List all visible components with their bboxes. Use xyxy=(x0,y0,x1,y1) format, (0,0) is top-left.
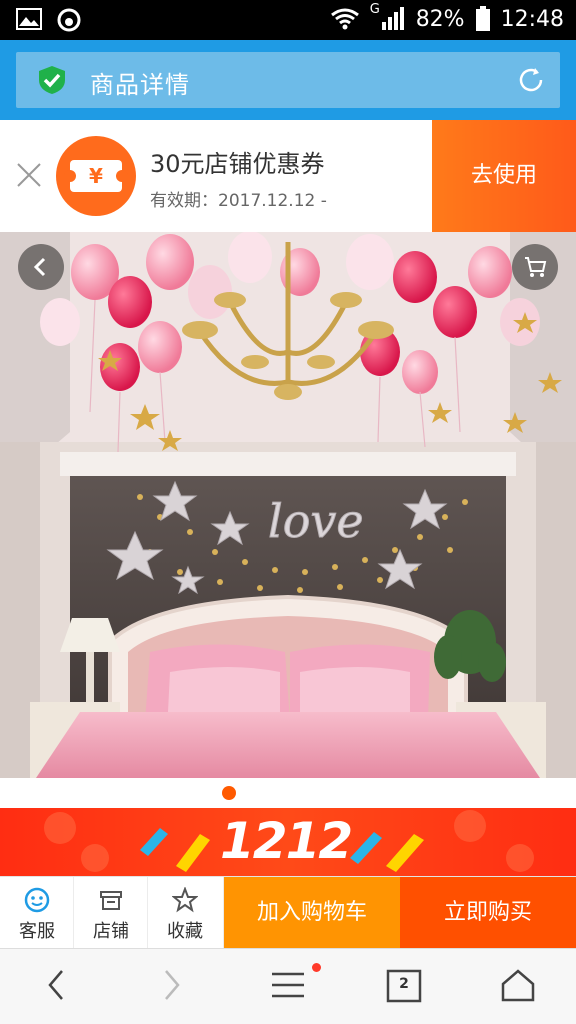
home-icon[interactable] xyxy=(500,967,536,1007)
address-bar[interactable]: 商品详情 xyxy=(16,52,560,108)
buy-now-label: 立即购买 xyxy=(443,900,532,925)
status-bar: G 82% 12:48 xyxy=(0,0,576,40)
cart-button[interactable] xyxy=(512,244,558,290)
action-bar: 客服 店铺 收藏 加入购物车 立即购买 xyxy=(0,876,576,949)
coupon-validity: 有效期：2017.12.12 - xyxy=(150,191,327,211)
add-to-cart-label: 加入购物车 xyxy=(256,900,367,925)
yen-symbol: ¥ xyxy=(89,164,103,188)
shop-icon xyxy=(98,887,124,917)
service-button[interactable]: 客服 xyxy=(0,877,74,949)
wifi-icon xyxy=(330,7,360,31)
gallery-icon xyxy=(16,7,42,33)
promo-banner[interactable]: 1212 xyxy=(0,808,576,876)
clock-time: 12:48 xyxy=(500,6,564,32)
image-pager xyxy=(0,778,576,808)
add-to-cart-button[interactable]: 加入购物车 xyxy=(224,877,400,949)
chat-smile-icon xyxy=(24,887,50,917)
battery-icon xyxy=(475,6,491,32)
favorite-button[interactable]: 收藏 xyxy=(148,877,224,949)
battery-percent: 82% xyxy=(415,6,465,32)
buy-now-button[interactable]: 立即购买 xyxy=(400,877,576,949)
coupon-bar: ¥ 30元店铺优惠券 有效期：2017.12.12 - 去使用 xyxy=(0,120,576,232)
product-image[interactable]: love xyxy=(0,232,576,778)
close-icon[interactable] xyxy=(16,162,42,192)
browser-nav: 2 xyxy=(0,948,576,1024)
coupon-icon: ¥ xyxy=(56,136,136,216)
refresh-icon[interactable] xyxy=(516,65,546,99)
tab-count: 2 xyxy=(399,976,409,992)
tabs-button[interactable]: 2 xyxy=(384,967,424,1007)
forward-icon[interactable] xyxy=(160,967,184,1007)
pager-dot-active[interactable] xyxy=(222,786,236,800)
bedroom-photo: love xyxy=(0,232,576,778)
notification-dot xyxy=(312,963,321,972)
page-title: 商品详情 xyxy=(90,71,190,99)
shop-label: 店铺 xyxy=(93,921,129,942)
screen: G 82% 12:48 商品详情 ¥ 30元店铺优惠券 有效期：2017.12.… xyxy=(0,0,576,1024)
love-balloon-text: love xyxy=(268,494,364,548)
banner-text: 1212 xyxy=(220,812,353,870)
back-button[interactable] xyxy=(18,244,64,290)
header: 商品详情 xyxy=(0,40,576,120)
star-icon xyxy=(171,886,199,917)
shop-button[interactable]: 店铺 xyxy=(74,877,148,949)
app-logo-icon xyxy=(56,7,82,33)
back-icon[interactable] xyxy=(44,967,68,1007)
favorite-label: 收藏 xyxy=(167,921,203,942)
use-coupon-label: 去使用 xyxy=(470,163,537,188)
menu-icon[interactable] xyxy=(270,967,306,1007)
coupon-title: 30元店铺优惠券 xyxy=(150,150,325,178)
service-label: 客服 xyxy=(19,921,55,942)
signal-icon: G xyxy=(370,2,406,32)
shield-check-icon xyxy=(36,65,68,99)
use-coupon-button[interactable]: 去使用 xyxy=(426,120,576,232)
